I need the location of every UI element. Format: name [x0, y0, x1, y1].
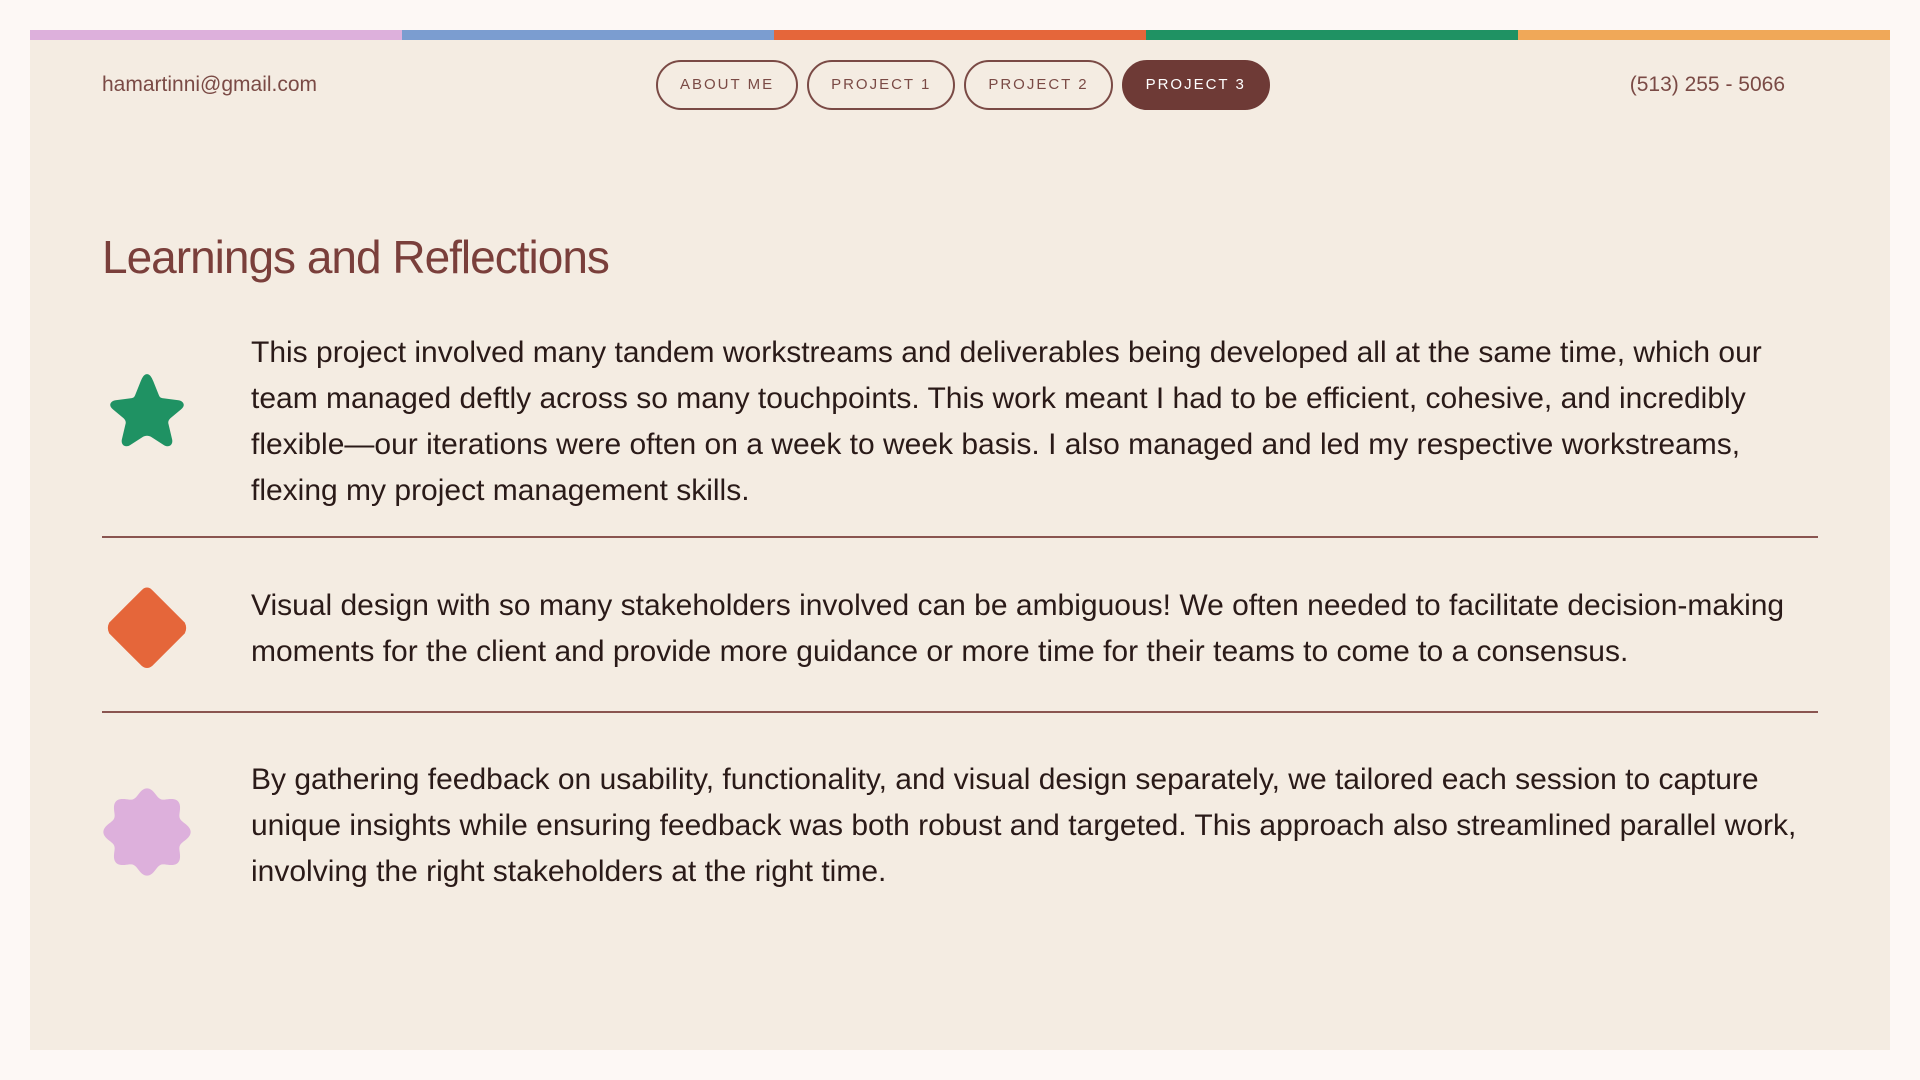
section-title: Learnings and Reflections: [102, 231, 610, 283]
color-bar-segment: [402, 30, 774, 40]
diamond-icon-shape: [107, 587, 187, 669]
flower-icon: [103, 788, 191, 876]
header: hamartinni@gmail.com ABOUT ME PROJECT 1 …: [30, 60, 1890, 110]
email-link[interactable]: hamartinni@gmail.com: [102, 60, 317, 110]
reflection-text: Visual design with so many stakeholders …: [251, 589, 1785, 668]
color-bar-segment: [30, 30, 402, 40]
nav: ABOUT ME PROJECT 1 PROJECT 2 PROJECT 3: [656, 60, 1270, 110]
nav-project-2-button[interactable]: PROJECT 2: [964, 60, 1113, 110]
color-bar-segment: [1146, 30, 1518, 40]
reflection-text: This project involved many tandem workst…: [251, 336, 1762, 507]
diamond-icon: [107, 587, 187, 669]
color-bar-segment: [774, 30, 1146, 40]
color-bar-segment: [1518, 30, 1890, 40]
phone-number: (513) 255 - 5066: [1629, 73, 1785, 96]
nav-about-me-button[interactable]: ABOUT ME: [656, 60, 799, 110]
reflection-text: By gathering feedback on usability, func…: [251, 763, 1797, 888]
star-icon-shape: [110, 374, 184, 447]
page-frame: hamartinni@gmail.com ABOUT ME PROJECT 1 …: [30, 30, 1890, 1050]
divider: [102, 536, 1818, 538]
divider: [102, 711, 1818, 713]
nav-project-3-button[interactable]: PROJECT 3: [1121, 60, 1270, 110]
nav-project-1-button[interactable]: PROJECT 1: [807, 60, 956, 110]
star-icon: [110, 374, 184, 447]
flower-icon-shape: [103, 788, 191, 876]
color-bar: [30, 30, 1890, 40]
